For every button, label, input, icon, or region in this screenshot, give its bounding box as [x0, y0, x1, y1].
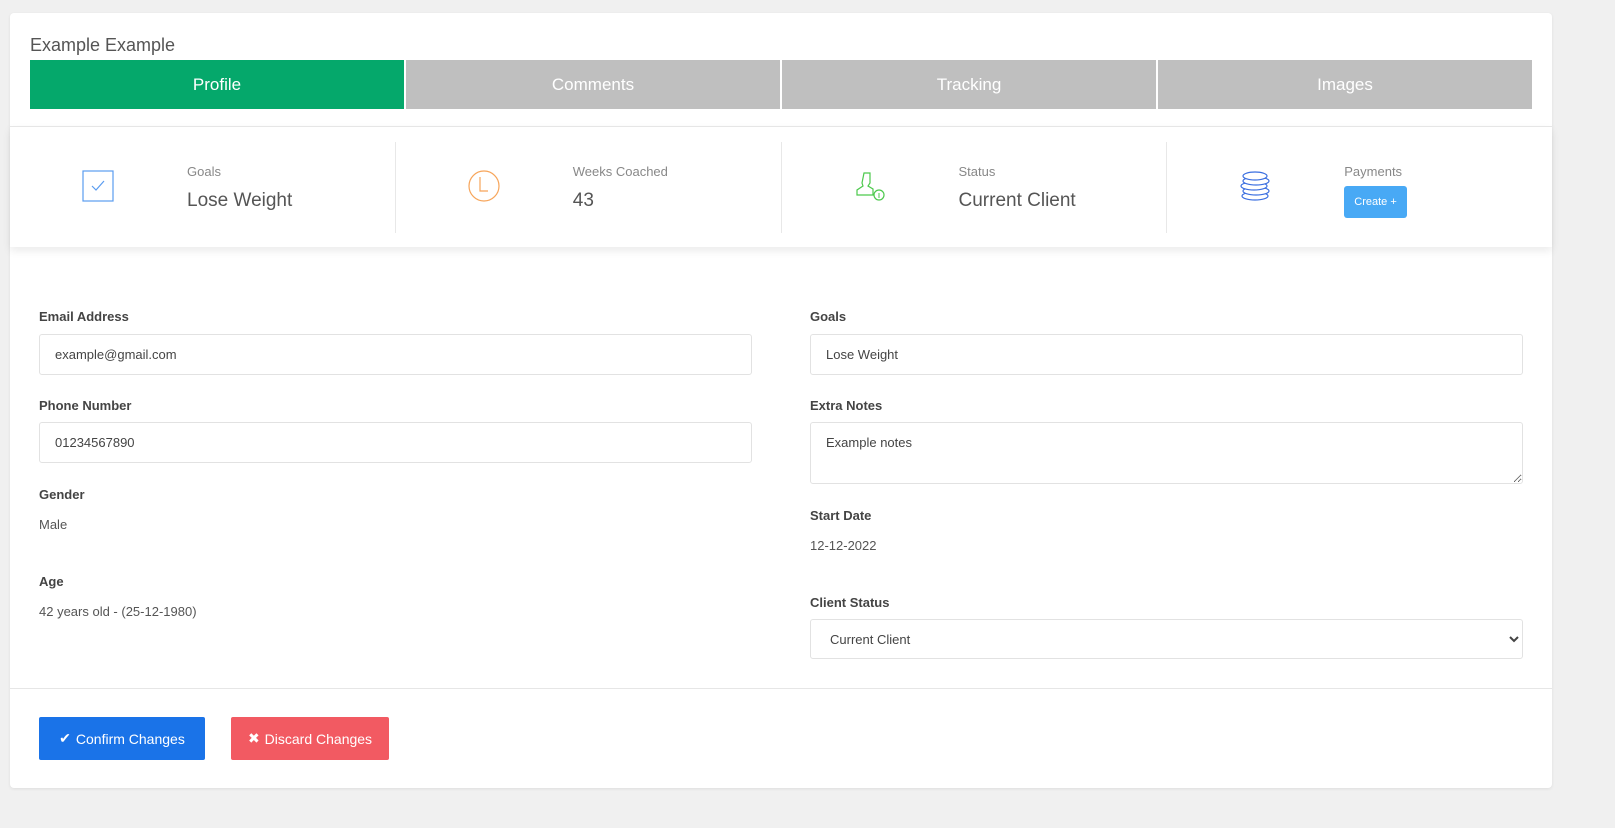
user-info-icon	[855, 172, 885, 201]
stat-label: Weeks Coached	[572, 164, 668, 179]
start-date-value: 12-12-2022	[810, 538, 877, 553]
divider	[10, 688, 1552, 689]
tab-comments[interactable]: Comments	[406, 60, 780, 109]
email-label: Email Address	[39, 309, 129, 324]
stat-label: Goals	[187, 164, 221, 179]
stat-value: 43	[572, 190, 594, 211]
phone-field[interactable]	[39, 422, 752, 463]
coins-icon	[1240, 171, 1270, 201]
notes-field[interactable]: Example notes	[810, 422, 1523, 484]
confirm-changes-button[interactable]: ✔ Confirm Changes	[39, 717, 205, 760]
email-field[interactable]	[39, 334, 752, 375]
stat-label: Payments	[1344, 164, 1403, 179]
check-icon: ✔	[59, 730, 71, 746]
stat-value: Lose Weight	[187, 190, 293, 211]
discard-changes-button[interactable]: ✖ Discard Changes	[231, 717, 389, 760]
start-date-label: Start Date	[810, 508, 872, 523]
tab-tracking[interactable]: Tracking	[782, 60, 1156, 109]
age-label: Age	[39, 574, 64, 589]
stat-weeks: Weeks Coached 43	[396, 142, 782, 233]
confirm-label: Confirm Changes	[75, 730, 185, 747]
stat-payments: Payments Create +	[1167, 142, 1552, 233]
checkbox-icon	[82, 170, 114, 202]
stat-status: Status Current Client	[782, 142, 1168, 233]
age-value: 42 years old - (25-12-1980)	[39, 604, 197, 619]
phone-label: Phone Number	[39, 398, 132, 413]
client-status-label: Client Status	[810, 595, 890, 610]
page-title: Example Example	[30, 35, 176, 55]
tab-profile[interactable]: Profile	[30, 60, 404, 109]
discard-label: Discard Changes	[264, 730, 373, 747]
notes-label: Extra Notes	[810, 398, 883, 413]
stat-label: Status	[958, 164, 996, 179]
goals-field[interactable]	[810, 334, 1523, 375]
tab-images[interactable]: Images	[1158, 60, 1532, 109]
gender-label: Gender	[39, 487, 85, 502]
tab-bar: Profile Comments Tracking Images	[30, 60, 1532, 109]
x-icon: ✖	[247, 730, 260, 746]
stat-goals: Goals Lose Weight	[10, 142, 396, 233]
stats-bar: Goals Lose Weight Weeks Coached 43 Statu…	[10, 126, 1552, 247]
create-payment-button[interactable]: Create +	[1344, 186, 1407, 218]
client-status-select[interactable]: Current Client	[810, 619, 1523, 659]
clock-icon	[468, 170, 500, 202]
client-card: Example Example Profile Comments Trackin…	[10, 13, 1552, 788]
goals-label: Goals	[810, 309, 847, 324]
gender-value: Male	[39, 517, 68, 532]
stat-value: Current Client	[958, 190, 1076, 211]
